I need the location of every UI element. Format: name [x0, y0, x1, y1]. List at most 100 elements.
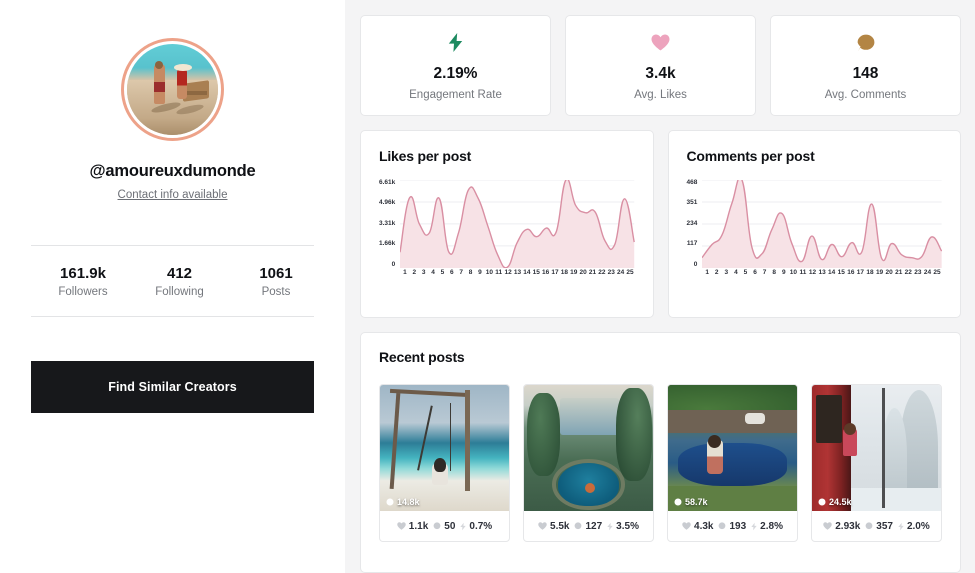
post-thumbnail[interactable]: 24.5k — [812, 385, 941, 511]
x-axis-tick: 6 — [450, 269, 454, 276]
play-icon — [386, 498, 394, 506]
post-thumbnail[interactable]: 58.7k — [668, 385, 797, 511]
y-axis-comments: 468 351 234 117 0 — [686, 179, 703, 268]
x-axis-tick: 10 — [485, 269, 493, 276]
post-stats: 5.5k 127 3.5% — [524, 511, 653, 541]
x-axis-tick: 12 — [808, 269, 817, 276]
post-tile[interactable]: 14.8k 1.1k 50 0.7% — [379, 384, 510, 542]
play-icon — [674, 498, 682, 506]
x-axis-tick: 13 — [818, 269, 826, 276]
stat-followers-value: 161.9k — [60, 265, 106, 282]
metrics-row: 2.19% Engagement Rate 3.4k Avg. Likes 14… — [360, 15, 961, 116]
stat-followers: 161.9k Followers — [53, 265, 113, 298]
x-axis-tick: 18 — [560, 269, 568, 276]
x-axis-tick: 11 — [799, 269, 807, 276]
x-axis-tick: 25 — [933, 269, 941, 276]
y-axis-tick: 6.61k — [379, 179, 396, 186]
post-comments: 193 — [718, 521, 746, 532]
x-axis-tick: 9 — [478, 269, 482, 276]
recent-posts-grid: 14.8k 1.1k 50 0.7% 5.5k 127 3.5% 58.7k 4… — [379, 384, 942, 542]
x-axis-tick: 3 — [724, 269, 729, 276]
contact-info-link[interactable]: Contact info available — [118, 189, 228, 201]
x-axis-tick: 24 — [923, 269, 932, 276]
metric-avg-likes-label: Avg. Likes — [634, 88, 687, 101]
charts-row: Likes per post 6.61k 4.96k 3.31k 1.66k 0 123… — [360, 130, 961, 318]
stat-posts-label: Posts — [261, 286, 291, 298]
stat-following: 412 Following — [150, 265, 210, 298]
y-axis-tick: 1.66k — [379, 240, 396, 248]
heart-icon — [538, 522, 547, 530]
x-axis-tick: 11 — [495, 269, 503, 276]
x-axis-tick: 16 — [541, 269, 550, 276]
y-axis-tick: 4.96k — [379, 199, 396, 207]
post-thumbnail[interactable]: 14.8k — [380, 385, 509, 511]
x-axis-comments: 1 2 3 4 5 6 7 8 9 10 11 12 13 14 15 16 17 18 19 20 21 22 23 24 2… — [702, 269, 942, 277]
x-axis-tick: 22 — [598, 269, 606, 276]
view-count-badge: 58.7k — [674, 497, 708, 507]
chart-card-likes-per-post: Likes per post 6.61k 4.96k 3.31k 1.66k 0 123… — [360, 130, 654, 318]
profile-sidebar: @amoureuxdumonde Contact info available … — [0, 0, 345, 573]
heart-icon — [397, 522, 406, 530]
post-comments: 357 — [865, 521, 893, 532]
view-count-value: 58.7k — [685, 497, 708, 507]
stat-following-label: Following — [155, 286, 204, 298]
view-count-badge: 24.5k — [818, 497, 852, 507]
post-engagement-value: 2.0% — [906, 520, 930, 532]
post-likes: 2.93k — [823, 521, 860, 532]
post-likes-value: 1.1k — [408, 520, 429, 532]
post-tile[interactable]: 5.5k 127 3.5% — [523, 384, 654, 542]
x-axis-tick: 19 — [570, 269, 578, 276]
x-axis-tick: 7 — [762, 269, 767, 276]
y-axis-tick: 351 — [686, 199, 698, 207]
x-axis-tick: 10 — [789, 269, 797, 276]
x-axis-tick: 17 — [856, 269, 865, 276]
post-likes-value: 4.3k — [694, 520, 714, 532]
chart-title-comments: Comments per post — [686, 148, 815, 164]
y-axis-tick: 468 — [686, 179, 698, 186]
post-likes: 4.3k — [682, 521, 713, 532]
play-icon — [818, 498, 826, 506]
y-axis-tick: 117 — [686, 240, 698, 248]
post-thumbnail[interactable] — [524, 385, 653, 511]
post-likes-value: 5.5k — [550, 520, 570, 532]
metric-avg-likes-value: 3.4k — [645, 64, 676, 82]
post-likes: 5.5k — [538, 521, 569, 532]
view-count-value: 14.8k — [397, 497, 420, 507]
post-stats: 1.1k 50 0.7% — [380, 511, 509, 541]
post-tile[interactable]: 58.7k 4.3k 193 2.8% — [667, 384, 798, 542]
x-axis-tick: 20 — [579, 269, 587, 276]
find-similar-creators-button[interactable]: Find Similar Creators — [31, 361, 314, 413]
x-axis-tick: 21 — [588, 269, 597, 276]
stat-following-value: 412 — [166, 265, 193, 282]
metric-engagement-rate-value: 2.19% — [433, 64, 478, 82]
lightning-icon — [607, 522, 613, 531]
comment-bubble-icon — [857, 31, 875, 55]
post-comments-value: 357 — [876, 520, 893, 532]
post-stats: 4.3k 193 2.8% — [668, 511, 797, 541]
x-axis-tick: 3 — [421, 269, 426, 276]
post-comments-value: 127 — [585, 520, 603, 532]
post-likes-value: 2.93k — [835, 520, 861, 532]
metric-card-engagement-rate: 2.19% Engagement Rate — [360, 15, 551, 116]
post-comments: 50 — [433, 521, 455, 532]
x-axis-tick: 5 — [440, 269, 445, 276]
comment-bubble-icon — [865, 522, 873, 530]
comment-bubble-icon — [574, 522, 582, 530]
chart-plot-comments — [702, 180, 942, 268]
profile-handle: @amoureuxdumonde — [89, 162, 256, 180]
metric-avg-comments-value: 148 — [852, 64, 879, 82]
post-engagement: 2.8% — [751, 521, 783, 532]
stat-posts-value: 1061 — [259, 265, 293, 282]
post-engagement: 2.0% — [898, 521, 930, 532]
view-count-value: 24.5k — [829, 497, 852, 507]
x-axis-tick: 16 — [847, 269, 855, 276]
x-axis-tick: 1 — [705, 269, 709, 276]
x-axis-tick: 13 — [513, 269, 522, 276]
x-axis-tick: 5 — [743, 269, 748, 276]
chart-plot-likes — [400, 180, 635, 268]
post-tile[interactable]: 24.5k 2.93k 357 2.0% — [811, 384, 942, 542]
x-axis-tick: 12 — [504, 269, 512, 276]
x-axis-tick: 9 — [781, 269, 786, 276]
x-axis-tick: 18 — [866, 269, 874, 276]
y-axis-tick: 234 — [686, 219, 698, 227]
